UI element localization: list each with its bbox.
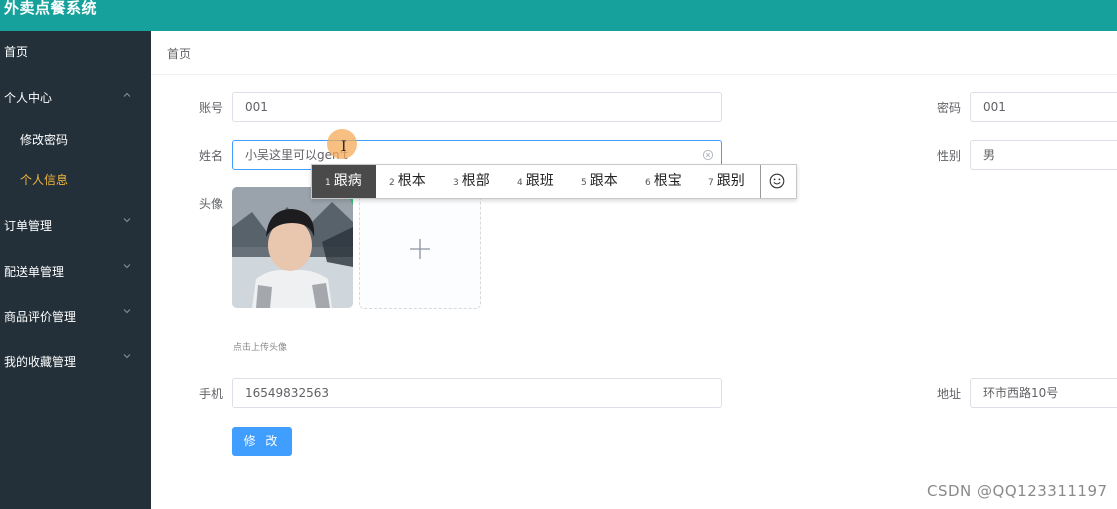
chevron-down-icon xyxy=(123,352,131,360)
app-root: 外卖点餐系统 首页 个人中心 修改密码 个人信息 订单管理 配送单管理 商品评价… xyxy=(0,0,1117,509)
gender-field[interactable]: 男 xyxy=(970,140,1117,170)
sidebar-subitem-label: 个人信息 xyxy=(20,173,69,187)
account-field[interactable]: 001 xyxy=(232,92,722,122)
sidebar-subitem-label: 修改密码 xyxy=(20,133,69,147)
sidebar-item-personal-center[interactable]: 个人中心 xyxy=(0,89,151,109)
chevron-up-icon xyxy=(123,91,131,99)
sidebar-item-label: 个人中心 xyxy=(4,91,53,105)
ime-candidate[interactable]: 6 根宝 xyxy=(645,165,682,198)
ime-candidate[interactable]: 7 跟别 xyxy=(708,165,745,198)
chevron-down-icon xyxy=(123,307,131,315)
ime-divider xyxy=(760,165,761,198)
sidebar-item-label: 订单管理 xyxy=(4,219,53,233)
avatar-upload-box[interactable] xyxy=(359,187,481,309)
sidebar-item-label: 首页 xyxy=(4,45,29,59)
name-label: 姓名 xyxy=(199,149,224,163)
top-bar: 外卖点餐系统 xyxy=(0,0,1117,31)
text-cursor-icon: I xyxy=(341,139,347,155)
sidebar-item-label: 我的收藏管理 xyxy=(4,355,77,369)
submit-button[interactable]: 修 改 xyxy=(232,427,292,456)
sidebar-item-label: 商品评价管理 xyxy=(4,310,77,324)
ime-candidate[interactable]: 1 跟病 xyxy=(312,165,376,198)
ime-candidate[interactable]: 5 跟本 xyxy=(581,165,618,198)
password-label: 密码 xyxy=(937,101,962,115)
phone-field[interactable]: 16549832563 xyxy=(232,378,722,408)
address-label: 地址 xyxy=(937,387,962,401)
avatar-label: 头像 xyxy=(199,197,224,211)
sidebar: 首页 个人中心 修改密码 个人信息 订单管理 配送单管理 商品评价管理 我的收藏… xyxy=(0,31,151,509)
ime-candidate[interactable]: 4 跟班 xyxy=(517,165,554,198)
phone-label: 手机 xyxy=(199,387,224,401)
address-field[interactable]: 环市西路10号 xyxy=(970,378,1117,408)
ime-candidate[interactable]: 3 根部 xyxy=(453,165,490,198)
chevron-down-icon xyxy=(123,262,131,270)
sidebar-subitem-change-password[interactable]: 修改密码 xyxy=(0,131,151,151)
watermark: CSDN @QQ123311197 xyxy=(927,482,1108,500)
sidebar-item-reviews[interactable]: 商品评价管理 xyxy=(0,308,151,328)
password-field[interactable]: 001 xyxy=(970,92,1117,122)
avatar-image[interactable] xyxy=(232,187,353,308)
app-title: 外卖点餐系统 xyxy=(4,0,98,17)
ime-candidate[interactable]: 2 根本 xyxy=(389,165,426,198)
main-content: 首页 账号 001 密码 001 姓名 小吴这里可以gen't 性别 男 头像 xyxy=(151,31,1117,509)
ime-candidate-popup: 1 跟病 2 根本 3 根部 4 跟班 5 跟本 6 根宝 7 跟别 xyxy=(311,164,797,199)
sidebar-item-favorites[interactable]: 我的收藏管理 xyxy=(0,353,151,373)
breadcrumb[interactable]: 首页 xyxy=(167,45,191,62)
upload-hint: 点击上传头像 xyxy=(233,343,288,353)
plus-icon xyxy=(410,239,430,259)
sidebar-item-home[interactable]: 首页 xyxy=(0,43,151,63)
gender-label: 性别 xyxy=(937,149,962,163)
sidebar-item-delivery[interactable]: 配送单管理 xyxy=(0,263,151,283)
sidebar-subitem-personal-info[interactable]: 个人信息 xyxy=(0,171,151,191)
sidebar-item-label: 配送单管理 xyxy=(4,265,65,279)
chevron-down-icon xyxy=(123,216,131,224)
account-label: 账号 xyxy=(199,101,224,115)
sidebar-item-orders[interactable]: 订单管理 xyxy=(0,217,151,237)
clear-icon[interactable] xyxy=(702,149,714,161)
breadcrumb-bar: 首页 xyxy=(151,31,1117,75)
smiley-icon[interactable] xyxy=(769,173,785,189)
